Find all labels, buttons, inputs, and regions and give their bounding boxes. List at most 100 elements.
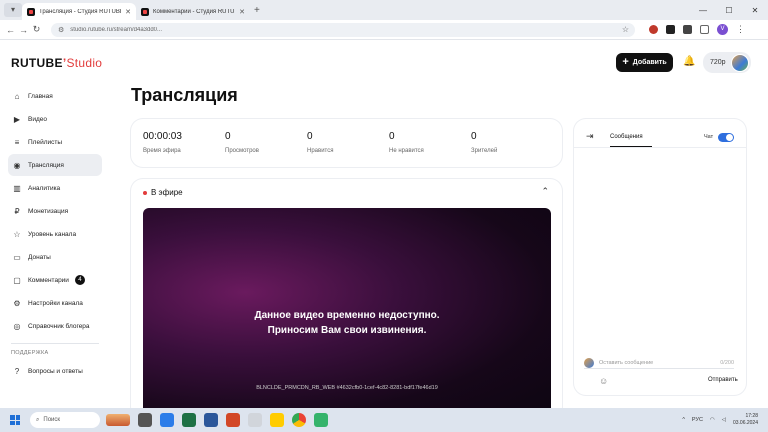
stat-label: Зрителей xyxy=(471,148,498,154)
site-info-icon[interactable]: ⚙ xyxy=(58,26,64,34)
add-button[interactable]: + Добавить xyxy=(616,53,673,72)
search-icon: ⌕ xyxy=(36,416,40,423)
volume-icon[interactable]: ◁ xyxy=(722,417,726,423)
reload-icon[interactable]: ↻ xyxy=(30,24,43,35)
windows-start-icon[interactable] xyxy=(10,415,20,425)
sidebar-item-label: Донаты xyxy=(28,253,51,261)
tab-close-icon[interactable]: ✕ xyxy=(239,8,245,16)
sidebar-item-label: Аналитика xyxy=(28,184,61,192)
error-code: BLNCLDE_PRMCDN_RB_WEB #4632cfb0-1cef-4c8… xyxy=(256,385,438,391)
send-button[interactable]: Отправить xyxy=(708,377,738,383)
sidebar-item-blogger-guide[interactable]: ◎ Справочник блогера xyxy=(8,315,102,337)
sidebar-item-label: Плейлисты xyxy=(28,138,63,146)
star-icon: ☆ xyxy=(13,229,21,239)
sidebar-item-donations[interactable]: ▭ Донаты xyxy=(8,246,102,268)
emoji-icon[interactable]: ☺ xyxy=(599,376,608,386)
chat-toggle[interactable] xyxy=(718,133,734,142)
chrome-icon[interactable] xyxy=(292,413,306,427)
excel-icon[interactable] xyxy=(182,413,196,427)
sidebar-item-home[interactable]: ⌂ Главная xyxy=(8,85,102,107)
stat-value: 0 xyxy=(471,131,477,142)
tab-messages[interactable]: Сообщения xyxy=(610,134,652,147)
live-status: В эфире xyxy=(143,188,183,197)
sidebar-item-label: Главная xyxy=(28,92,53,100)
maximize-button[interactable]: ☐ xyxy=(716,6,742,15)
chat-panel: ⇥ Сообщения Чат Оставить сообщение 0/200… xyxy=(574,119,746,395)
extension-icon[interactable] xyxy=(649,25,658,34)
home-icon: ⌂ xyxy=(14,91,20,101)
ruble-icon: ₽ xyxy=(14,206,20,216)
stream-stats-card: 00:00:03 Время эфира 0 Просмотров 0 Нрав… xyxy=(131,119,562,167)
tab-close-icon[interactable]: ✕ xyxy=(125,8,131,16)
close-window-button[interactable]: ✕ xyxy=(742,6,768,15)
rutube-favicon-icon xyxy=(27,7,35,16)
taskbar-search[interactable]: ⌕ Поиск xyxy=(30,412,100,428)
search-highlight-image[interactable] xyxy=(106,414,130,426)
word-icon[interactable] xyxy=(204,413,218,427)
new-tab-button[interactable]: + xyxy=(254,5,260,16)
tab-menu-icon[interactable]: ▾ xyxy=(4,3,22,17)
sidebar-item-analytics[interactable]: ▥ Аналитика xyxy=(8,177,102,199)
comments-count-badge: 4 xyxy=(74,275,85,285)
extension-icon[interactable] xyxy=(666,25,675,34)
url-text: studio.rutube.ru/stream/d4a3dd0... xyxy=(70,26,163,33)
powerpoint-icon[interactable] xyxy=(226,413,240,427)
video-player[interactable]: Данное видео временно недоступно. Принос… xyxy=(143,208,551,419)
sidebar-item-playlists[interactable]: ≡ Плейлисты xyxy=(8,131,102,153)
plus-icon: + xyxy=(622,56,629,68)
chat-message-input[interactable]: Оставить сообщение xyxy=(599,360,715,366)
task-view-icon[interactable] xyxy=(138,413,152,427)
sidebar-item-comments[interactable]: ▢ Комментарии 4 xyxy=(8,269,102,291)
sidebar-item-stream[interactable]: ◉ Трансляция xyxy=(8,154,102,176)
sidebar-divider xyxy=(11,343,99,344)
error-message-line1: Данное видео временно недоступно. xyxy=(254,310,440,321)
wifi-icon[interactable]: ◠ xyxy=(710,417,715,423)
taskbar-app-icon[interactable] xyxy=(314,413,328,427)
sidebar-item-monetization[interactable]: ₽ Монетизация xyxy=(8,200,102,222)
user-avatar[interactable] xyxy=(731,54,749,72)
notifications-bell-icon[interactable]: 🔔 xyxy=(683,56,695,67)
sidebar-item-label: Справочник блогера xyxy=(28,322,90,330)
stat-air-time: 00:00:03 Время эфира xyxy=(143,119,225,167)
profile-avatar[interactable]: V xyxy=(717,24,728,35)
sidebar-item-channel-level[interactable]: ☆ Уровень канала xyxy=(8,223,102,245)
collapse-chat-icon[interactable]: ⇥ xyxy=(586,131,594,142)
stat-label: Время эфира xyxy=(143,148,181,154)
sidebar-item-label: Видео xyxy=(28,115,47,123)
extensions-puzzle-icon[interactable] xyxy=(700,25,709,34)
logo-studio: Studio xyxy=(66,56,103,70)
chat-divider xyxy=(574,147,746,148)
sidebar-item-faq[interactable]: ? Вопросы и ответы xyxy=(8,360,102,382)
broadcast-icon: ◉ xyxy=(13,160,21,170)
back-arrow-icon[interactable]: ← xyxy=(4,25,17,35)
tray-chevron-icon[interactable]: ^ xyxy=(682,417,685,423)
system-tray: ^ РУС ◠ ◁ 17:28 03.06.2024 xyxy=(682,408,758,432)
browser-tab-active[interactable]: Трансляция - Студия RUTUBE ✕ xyxy=(22,3,136,20)
yandex-icon[interactable] xyxy=(270,413,284,427)
keyboard-language[interactable]: РУС xyxy=(692,417,703,423)
forward-arrow-icon[interactable]: → xyxy=(17,25,30,35)
stat-label: Просмотров xyxy=(225,148,259,154)
minimize-button[interactable]: — xyxy=(690,6,716,15)
extension-icon[interactable] xyxy=(683,25,692,34)
url-field[interactable]: ⚙ studio.rutube.ru/stream/d4a3dd0... ☆ xyxy=(51,22,635,37)
sidebar-item-channel-settings[interactable]: ⚙ Настройки канала xyxy=(8,292,102,314)
sidebar-item-video[interactable]: ▶ Видео xyxy=(8,108,102,130)
taskbar-app-icon[interactable] xyxy=(160,413,174,427)
browser-tab[interactable]: Комментарии - Студия RUTUBE ✕ xyxy=(136,3,250,20)
browser-menu-icon[interactable]: ⋮ xyxy=(736,24,745,35)
taskbar-app-icon[interactable] xyxy=(248,413,262,427)
video-icon: ▶ xyxy=(13,114,21,124)
stat-value: 0 xyxy=(225,131,231,142)
sidebar-item-label: Уровень канала xyxy=(28,230,77,238)
chevron-up-icon[interactable]: ⌃ xyxy=(541,186,549,197)
chat-input-row: Оставить сообщение 0/200 xyxy=(584,357,734,369)
clock-date: 03.06.2024 xyxy=(732,420,758,426)
rutube-studio-logo[interactable]: RUTUBE’Studio xyxy=(11,56,102,70)
question-icon: ? xyxy=(14,366,20,376)
tab-title: Комментарии - Студия RUTUBE xyxy=(153,8,236,15)
bookmark-star-icon[interactable]: ☆ xyxy=(622,25,629,34)
analytics-icon: ▥ xyxy=(13,183,21,193)
error-message-line2: Приносим Вам свои извинения. xyxy=(267,325,427,336)
taskbar-clock[interactable]: 17:28 03.06.2024 xyxy=(733,413,758,427)
